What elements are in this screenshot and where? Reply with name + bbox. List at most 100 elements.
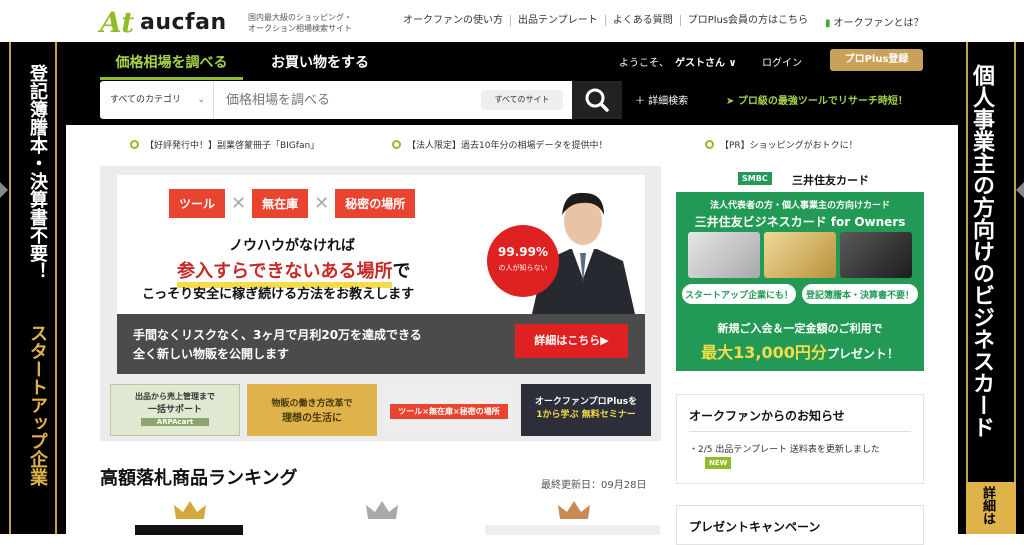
gold-card <box>764 232 836 278</box>
right-banner-line-2: 詳細は <box>980 486 995 525</box>
new-badge: NEW <box>705 457 732 469</box>
mini-banner-seminar[interactable]: オークファンプロPlusを 1から学ぶ 無料セミナー <box>521 384 651 436</box>
header-links: オークファンの使い方 出品テンプレート よくある質問 プロPlus会員の方はこち… <box>403 15 815 26</box>
left-banner-line-1: 登記簿謄本・決算書不要！ <box>27 64 48 280</box>
ad-offer-line: 新規ご入会＆一定金額のご利用で <box>717 322 883 335</box>
smbc-card-ad[interactable]: SMBC 三井住友カード 法人代表者の方・個人事業主の方向けカード 三井住友ビジ… <box>676 166 924 371</box>
search-bar: すべてのカテゴリ ⌄ すべてのサイト <box>100 81 622 119</box>
news-divider <box>689 431 911 432</box>
mini-banner-tools[interactable]: ツール×無在庫×秘密の場所 <box>384 384 514 436</box>
mini-text: 理想の生活に <box>282 413 342 424</box>
about-link[interactable]: ▮ オークファンとは？ <box>825 14 924 29</box>
search-icon <box>585 88 609 112</box>
notice-item[interactable]: 【好評発行中！】副業啓蒙冊子「BIGfan」 <box>130 138 319 151</box>
site-tagline: 国内最大級のショッピング・ オークション相場検索サイト <box>248 12 388 34</box>
pro-plus-register-button[interactable]: プロPlus登録 <box>830 49 923 71</box>
mini-banner-arpacart[interactable]: 出品から売上管理まで 一括サポート ARPAcart <box>110 384 240 436</box>
circle-bullet-icon <box>130 140 139 149</box>
greeting-label: ようこそ、 <box>619 58 669 69</box>
platinum-card <box>840 232 912 278</box>
mini-text: 出品から売上管理まで <box>135 392 215 401</box>
logo-text: aucfan <box>140 10 227 35</box>
site-select[interactable]: すべてのサイト <box>481 90 563 110</box>
silver-card <box>688 232 760 278</box>
hero-band-line-1: 手間なくリスクなく、3ヶ月で月利20万を達成できる <box>133 328 422 342</box>
present-campaign-panel: プレゼントキャンペーン <box>676 505 924 545</box>
circle-bullet-icon <box>392 140 401 149</box>
category-select[interactable]: すべてのカテゴリ ⌄ <box>100 81 214 119</box>
ad-header: SMBC 三井住友カード <box>676 166 924 192</box>
greeting[interactable]: ようこそ、 ゲストさん ∨ <box>619 54 737 69</box>
login-link[interactable]: ログイン <box>762 54 802 69</box>
logo-mark: At <box>100 6 135 39</box>
notice-item[interactable]: 【法人限定】過去10年分の相場データを提供中！ <box>392 138 607 151</box>
news-panel: オークファンからのお知らせ ・2/5 出品テンプレート 送料表を更新しました N… <box>676 394 924 484</box>
notice-item[interactable]: 【PR】ショッピングがおトクに！ <box>705 138 858 151</box>
ranking-title: 高額落札商品ランキング <box>100 468 298 489</box>
mini-banner-work-reform[interactable]: 物販の働き方改革で 理想の生活に <box>247 384 377 436</box>
ad-offer-suffix: プレゼント！ <box>826 347 899 361</box>
silver-crown-icon <box>366 501 398 519</box>
ad-pill-no-documents: 登記簿謄本・決算書不要！ <box>802 284 918 304</box>
notice-text: 【PR】ショッピングがおトクに！ <box>720 141 858 151</box>
ranking-updated-date: 最終更新日：09月28日 <box>541 480 647 491</box>
hero-tag: ツール <box>169 189 226 218</box>
mini-text: ARPAcart <box>141 418 209 426</box>
ad-subtitle: 法人代表者の方・個人事業主の方向けカード <box>709 201 890 211</box>
beginner-leaf-icon: ▮ <box>825 18 831 29</box>
badge-percentage: 99.99% <box>498 245 548 259</box>
arrow-left-icon <box>1016 182 1024 198</box>
hero-line-1: ノウハウがなければ <box>229 238 355 254</box>
right-banner-line-1: 個人事業主の方向けのビジネスカード <box>969 64 994 438</box>
link-how-to-use[interactable]: オークファンの使い方 <box>403 15 511 26</box>
search-button[interactable] <box>572 81 622 119</box>
left-banner-line-2: スタートアップ企業 <box>27 324 48 486</box>
left-side-banner[interactable]: 登記簿謄本・決算書不要！ スタートアップ企業 <box>0 42 66 534</box>
credit-cards-image <box>682 232 918 282</box>
about-label: オークファンとは？ <box>833 18 924 29</box>
mini-text: 1から学ぶ 無料セミナー <box>536 410 636 420</box>
hero-line-3: こっそり安全に稼ぎ続ける方法をお教えします <box>142 287 415 302</box>
link-faq[interactable]: よくある質問 <box>606 15 681 26</box>
hero-banner[interactable]: ツール ✕ 無在庫 ✕ 秘密の場所 ノウハウがなければ 参入すらできないある場所… <box>117 175 645 374</box>
chevron-down-icon: ⌄ <box>197 95 205 105</box>
link-pro-plus-members[interactable]: プロPlus会員の方はこちら <box>681 15 815 26</box>
hero-detail-button[interactable]: 詳細はこちら▶ <box>515 324 628 358</box>
guest-menu[interactable]: ゲストさん ∨ <box>675 58 737 69</box>
hero-band-line-2: 全く新しい物販を公開します <box>133 347 290 361</box>
notice-text: 【好評発行中！】副業啓蒙冊子「BIGfan」 <box>145 141 320 151</box>
category-select-value: すべてのカテゴリ <box>110 95 182 105</box>
ad-brand: 三井住友カード <box>792 174 869 187</box>
cross-icon: ✕ <box>231 193 247 214</box>
arrow-right-icon <box>0 182 8 198</box>
search-input[interactable] <box>216 81 462 119</box>
advanced-search-link[interactable]: ＋ 詳細検索 <box>635 92 688 107</box>
notice-text: 【法人限定】過去10年分の相場データを提供中！ <box>407 141 608 151</box>
badge-caption: の人が知らない <box>498 264 548 272</box>
tab-price-search[interactable]: 価格相場を調べる <box>100 52 243 80</box>
news-item[interactable]: ・2/5 出品テンプレート 送料表を更新しました <box>689 442 880 455</box>
percentage-badge: 99.99% の人が知らない <box>487 225 559 297</box>
link-listing-template[interactable]: 出品テンプレート <box>511 15 606 26</box>
tagline-line-1: 国内最大級のショッピング・ <box>248 13 352 22</box>
hero-line-2: 参入すらできないある場所で <box>177 257 410 288</box>
hero-tag: 秘密の場所 <box>335 189 416 218</box>
right-side-banner[interactable]: 個人事業主の方向けのビジネスカード 詳細は <box>958 42 1024 534</box>
tagline-line-2: オークション相場検索サイト <box>248 24 352 33</box>
ad-pill-startup: スタートアップ企業にも！ <box>682 284 796 304</box>
gold-crown-icon <box>174 501 206 519</box>
aucfan-logo[interactable]: At aucfan <box>100 6 240 39</box>
mini-text: ツール×無在庫×秘密の場所 <box>390 404 508 419</box>
ad-product-name: 三井住友ビジネスカード for Owners <box>694 215 906 229</box>
pro-tool-promo-link[interactable]: ➤ プロ級の最強ツールでリサーチ時短！ <box>726 92 908 107</box>
mini-text: 物販の働き方改革で <box>271 399 353 409</box>
smbc-logo: SMBC <box>738 172 772 185</box>
mini-banner-row: 出品から売上管理まで 一括サポート ARPAcart 物販の働き方改革で 理想の… <box>110 384 651 436</box>
tab-shopping[interactable]: お買い物をする <box>271 52 369 72</box>
mini-text: オークファンプロPlusを <box>534 397 638 407</box>
present-title: プレゼントキャンペーン <box>689 520 821 534</box>
ad-offer-amount: 最大13,000円分プレゼント！ <box>676 339 924 363</box>
news-title: オークファンからのお知らせ <box>689 409 845 423</box>
cross-icon: ✕ <box>314 193 330 214</box>
bronze-crown-icon <box>558 501 590 519</box>
